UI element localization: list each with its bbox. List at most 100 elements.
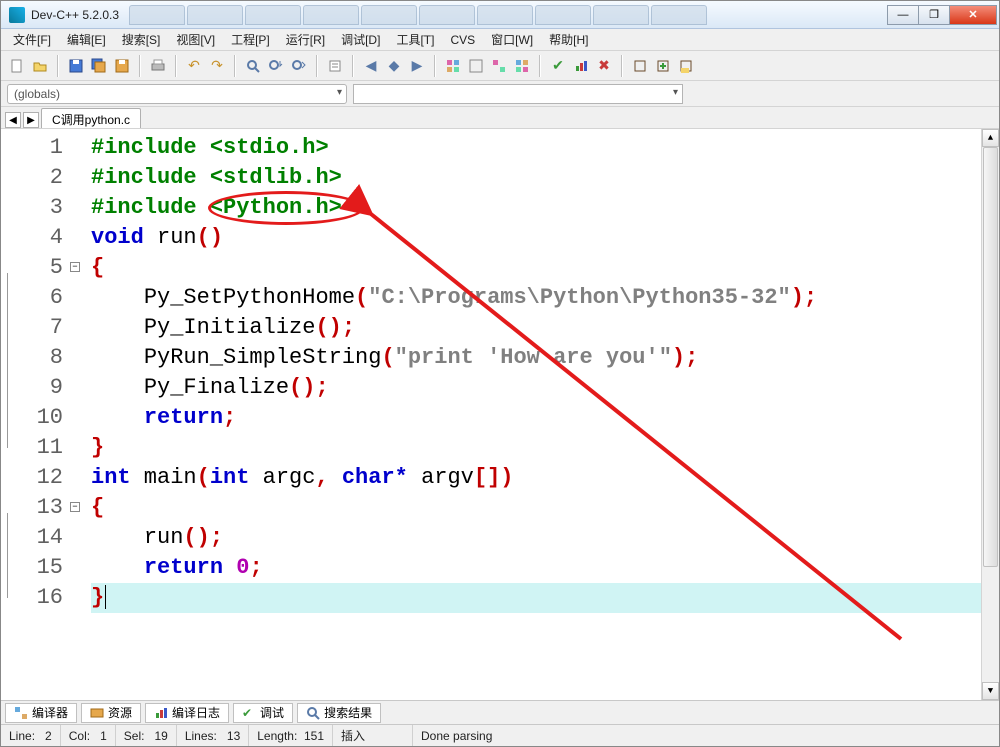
tab-debug[interactable]: ✔ 调试	[233, 703, 293, 723]
code-line[interactable]: #include <Python.h>	[91, 193, 999, 223]
token-num: 0	[236, 555, 249, 580]
vertical-scrollbar[interactable]: ▲ ▼	[981, 129, 999, 700]
bg-tab	[129, 5, 185, 25]
compile-run-icon[interactable]	[489, 56, 509, 76]
tab-search-results[interactable]: 搜索结果	[297, 703, 381, 723]
scroll-up-icon[interactable]: ▲	[982, 129, 999, 147]
add-file-icon[interactable]	[653, 56, 673, 76]
code-pane[interactable]: #include <stdio.h>#include <stdlib.h>#in…	[83, 129, 999, 700]
token-fn: run	[144, 525, 184, 550]
save-project-icon[interactable]	[112, 56, 132, 76]
tab-prev-button[interactable]: ◀	[5, 112, 21, 128]
code-line[interactable]: #include <stdlib.h>	[91, 163, 999, 193]
code-line[interactable]: }	[91, 433, 999, 463]
line-number: 1	[1, 133, 63, 163]
token-str: "C:\Programs\Python\Python35-32"	[368, 285, 790, 310]
menu-view[interactable]: 视图[V]	[168, 29, 223, 50]
token-kw-blue: return	[144, 555, 223, 580]
replace-icon[interactable]	[266, 56, 286, 76]
debug-icon: ✔	[242, 706, 256, 720]
menu-run[interactable]: 运行[R]	[278, 29, 333, 50]
code-line[interactable]: {	[91, 253, 999, 283]
line-number: 6	[1, 283, 63, 313]
menu-tools[interactable]: 工具[T]	[388, 29, 442, 50]
save-all-icon[interactable]	[89, 56, 109, 76]
tab-compile-log[interactable]: 编译日志	[145, 703, 229, 723]
menu-debug[interactable]: 调试[D]	[333, 29, 388, 50]
bg-tab	[419, 5, 475, 25]
separator	[175, 55, 177, 77]
code-line[interactable]: }	[91, 583, 999, 613]
tab-resources[interactable]: 资源	[81, 703, 141, 723]
find-next-icon[interactable]	[289, 56, 309, 76]
line-number: 10	[1, 403, 63, 433]
find-icon[interactable]	[243, 56, 263, 76]
bg-tab	[245, 5, 301, 25]
remove-file-icon[interactable]	[676, 56, 696, 76]
fold-slot	[69, 133, 83, 163]
code-line[interactable]: return;	[91, 403, 999, 433]
new-file-icon[interactable]	[7, 56, 27, 76]
fold-toggle-icon[interactable]: −	[70, 262, 80, 272]
menu-search[interactable]: 搜索[S]	[114, 29, 169, 50]
code-line[interactable]: void run()	[91, 223, 999, 253]
scope-combo[interactable]: (globals)	[7, 84, 347, 104]
token-kw-green: <Python.h>	[210, 195, 342, 220]
fold-slot	[69, 193, 83, 223]
code-line[interactable]: Py_Finalize();	[91, 373, 999, 403]
token-sym: ;	[223, 405, 236, 430]
scroll-down-icon[interactable]: ▼	[982, 682, 999, 700]
menu-project[interactable]: 工程[P]	[223, 29, 278, 50]
code-line[interactable]: int main(int argc, char* argv[])	[91, 463, 999, 493]
menu-edit[interactable]: 编辑[E]	[59, 29, 114, 50]
menu-window[interactable]: 窗口[W]	[483, 29, 541, 50]
token-sym: (	[197, 465, 210, 490]
open-icon[interactable]	[30, 56, 50, 76]
bookmark-next-icon[interactable]: ▶	[407, 56, 427, 76]
code-line[interactable]: Py_Initialize();	[91, 313, 999, 343]
rebuild-icon[interactable]	[512, 56, 532, 76]
fold-column[interactable]: −−	[69, 129, 83, 700]
new-project-icon[interactable]	[630, 56, 650, 76]
profile-icon[interactable]	[571, 56, 591, 76]
run-icon[interactable]	[466, 56, 486, 76]
bg-tab	[303, 5, 359, 25]
bookmark-prev-icon[interactable]: ◀	[361, 56, 381, 76]
scroll-thumb[interactable]	[983, 147, 998, 567]
debug-stop-icon[interactable]: ✖	[594, 56, 614, 76]
menu-file[interactable]: 文件[F]	[5, 29, 59, 50]
code-line[interactable]: {	[91, 493, 999, 523]
print-icon[interactable]	[148, 56, 168, 76]
redo-icon[interactable]: ↷	[207, 56, 227, 76]
menu-cvs[interactable]: CVS	[442, 31, 483, 49]
window-title: Dev-C++ 5.2.0.3	[31, 8, 119, 22]
line-number: 11	[1, 433, 63, 463]
compile-icon[interactable]	[443, 56, 463, 76]
fold-guideline	[7, 513, 8, 598]
editor-area[interactable]: 12345678910111213141516 −− #include <std…	[1, 129, 999, 700]
save-icon[interactable]	[66, 56, 86, 76]
undo-icon[interactable]: ↶	[184, 56, 204, 76]
maximize-button[interactable]	[918, 5, 950, 25]
tab-compiler[interactable]: 编译器	[5, 703, 77, 723]
menu-bar: 文件[F] 编辑[E] 搜索[S] 视图[V] 工程[P] 运行[R] 调试[D…	[1, 29, 999, 51]
token-sym: ;	[249, 555, 262, 580]
file-tab[interactable]: C调用python.c	[41, 108, 141, 128]
close-button[interactable]	[949, 5, 997, 25]
member-combo[interactable]	[353, 84, 683, 104]
line-number: 8	[1, 343, 63, 373]
code-line[interactable]: return 0;	[91, 553, 999, 583]
fold-toggle-icon[interactable]: −	[70, 502, 80, 512]
minimize-button[interactable]	[887, 5, 919, 25]
token-str: "print 'How are you'"	[395, 345, 672, 370]
debug-start-icon[interactable]: ✔	[548, 56, 568, 76]
token-sym: ()	[197, 225, 223, 250]
bookmark-toggle-icon[interactable]: ◆	[384, 56, 404, 76]
menu-help[interactable]: 帮助[H]	[541, 29, 596, 50]
code-line[interactable]: Py_SetPythonHome("C:\Programs\Python\Pyt…	[91, 283, 999, 313]
goto-line-icon[interactable]	[325, 56, 345, 76]
tab-next-button[interactable]: ▶	[23, 112, 39, 128]
code-line[interactable]: #include <stdio.h>	[91, 133, 999, 163]
code-line[interactable]: run();	[91, 523, 999, 553]
code-line[interactable]: PyRun_SimpleString("print 'How are you'"…	[91, 343, 999, 373]
